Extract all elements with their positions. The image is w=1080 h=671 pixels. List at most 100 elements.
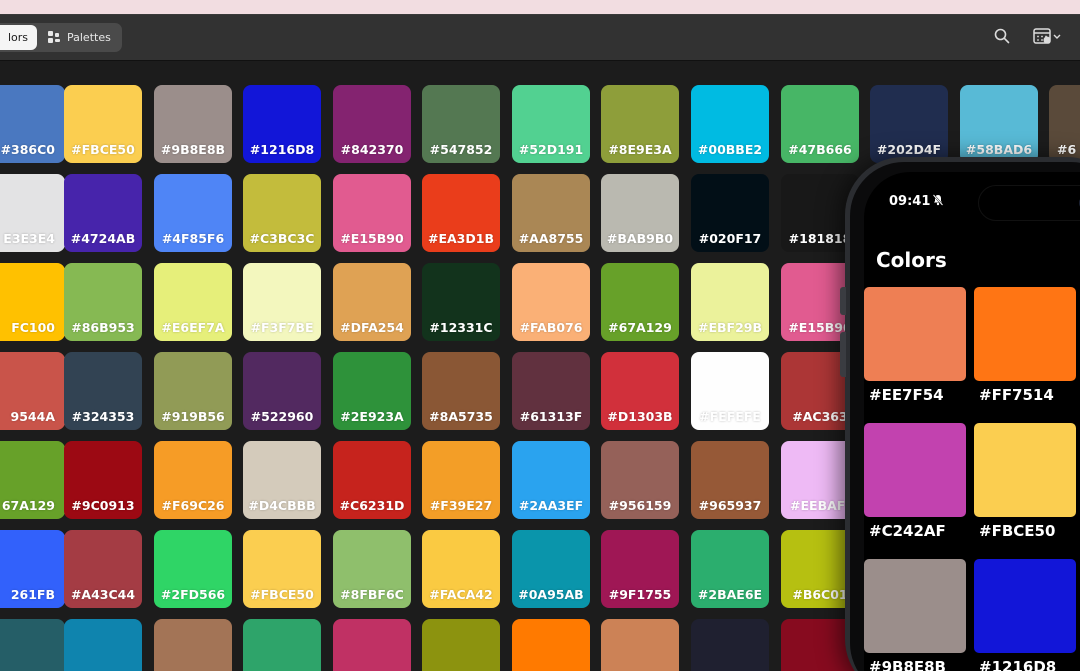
color-swatch[interactable]: #8E9E3A xyxy=(601,85,679,163)
color-swatch[interactable]: #919B56 xyxy=(154,352,232,430)
color-hex-label: #202D4F xyxy=(876,142,942,157)
phone-color-hex-label: #FF7514 xyxy=(979,386,1054,404)
calendar-grid-icon[interactable] xyxy=(1033,27,1063,45)
color-swatch[interactable]: #9C0913 xyxy=(64,441,142,519)
color-swatch[interactable]: #EA3D1B xyxy=(422,174,500,252)
dynamic-island xyxy=(978,185,1080,221)
color-swatch[interactable]: #FAB076 xyxy=(512,263,590,341)
color-swatch[interactable]: #C03164 xyxy=(333,619,411,671)
color-swatch[interactable]: #47B666 xyxy=(781,85,859,163)
color-swatch[interactable]: #547852 xyxy=(422,85,500,163)
color-swatch[interactable]: #00BBE2 xyxy=(691,85,769,163)
color-swatch[interactable]: #E6EF7A xyxy=(154,263,232,341)
color-swatch[interactable]: 261FB xyxy=(0,530,65,608)
color-hex-label: #FACA42 xyxy=(429,587,493,602)
color-hex-label: #58BAD6 xyxy=(965,142,1033,157)
color-swatch[interactable]: #324353 xyxy=(64,352,142,430)
color-swatch[interactable]: #020F17 xyxy=(691,174,769,252)
color-hex-label: #020F17 xyxy=(698,231,762,246)
color-hex-label: #F69C26 xyxy=(161,498,225,513)
color-swatch[interactable]: #4724AB xyxy=(64,174,142,252)
color-hex-label: 9544A xyxy=(10,409,55,424)
phone-color-swatch[interactable] xyxy=(974,287,1076,381)
color-swatch[interactable]: 5E67 xyxy=(0,619,65,671)
color-swatch[interactable]: #F3F7BE xyxy=(243,263,321,341)
color-swatch[interactable]: #2AA3EF xyxy=(512,441,590,519)
color-swatch[interactable]: #1216D8 xyxy=(243,85,321,163)
color-swatch[interactable]: #4F85F6 xyxy=(154,174,232,252)
phone-color-swatch[interactable] xyxy=(864,423,966,517)
color-swatch[interactable]: #BAB9B0 xyxy=(601,174,679,252)
color-swatch[interactable]: #A37456 xyxy=(154,619,232,671)
color-swatch[interactable]: #86B953 xyxy=(64,263,142,341)
color-swatch[interactable]: #8C930F xyxy=(422,619,500,671)
color-swatch[interactable]: #842370 xyxy=(333,85,411,163)
phone-screen: 09:41 Colors #EE7F54 #FF7514 #C242AF #FBCE5… xyxy=(864,172,1080,671)
color-hex-label: #FBCE50 xyxy=(250,587,314,602)
color-swatch[interactable]: #58BAD6 xyxy=(960,85,1038,163)
phone-color-swatch[interactable] xyxy=(864,287,966,381)
color-swatch[interactable]: #965937 xyxy=(691,441,769,519)
color-swatch[interactable]: #D4CBBB xyxy=(243,441,321,519)
color-swatch[interactable]: #F69C26 xyxy=(154,441,232,519)
color-swatch[interactable]: #67A129 xyxy=(601,263,679,341)
color-swatch[interactable]: #9B8E8B xyxy=(154,85,232,163)
phone-color-swatch[interactable] xyxy=(974,423,1076,517)
color-swatch[interactable]: #CC8256 xyxy=(601,619,679,671)
color-swatch[interactable]: #6 xyxy=(1049,85,1080,163)
color-hex-label: #522960 xyxy=(250,409,314,424)
color-hex-label: #1216D8 xyxy=(249,142,315,157)
tab-colors[interactable]: lors xyxy=(0,25,37,50)
color-hex-label: #AA8755 xyxy=(518,231,584,246)
color-swatch[interactable]: #8A5735 xyxy=(422,352,500,430)
color-hex-label: #C3BC3C xyxy=(249,231,315,246)
color-swatch[interactable]: #8FBF6C xyxy=(333,530,411,608)
color-swatch[interactable]: #A43C44 xyxy=(64,530,142,608)
color-hex-label: #DFA254 xyxy=(340,320,404,335)
color-hex-label: #8FBF6C xyxy=(340,587,404,602)
color-swatch[interactable]: #61313F xyxy=(512,352,590,430)
color-swatch[interactable]: FC100 xyxy=(0,263,65,341)
phone-side-button xyxy=(840,332,846,377)
phone-color-swatch[interactable] xyxy=(864,559,966,653)
color-swatch[interactable]: #2BAE6E xyxy=(691,530,769,608)
color-swatch[interactable]: #2EA46A xyxy=(243,619,321,671)
color-hex-label: #324353 xyxy=(71,409,135,424)
color-swatch[interactable]: #AA8755 xyxy=(512,174,590,252)
color-swatch[interactable]: #D1303B xyxy=(601,352,679,430)
color-swatch[interactable]: #DFA254 xyxy=(333,263,411,341)
color-swatch[interactable]: #FEFEFE xyxy=(691,352,769,430)
color-swatch[interactable]: E3E3E4 xyxy=(0,174,65,252)
color-swatch[interactable]: #C3BC3C xyxy=(243,174,321,252)
color-swatch[interactable]: 67A129 xyxy=(0,441,65,519)
color-swatch[interactable]: #2FD566 xyxy=(154,530,232,608)
search-icon[interactable] xyxy=(994,28,1010,44)
color-swatch[interactable]: #F39E27 xyxy=(422,441,500,519)
color-swatch[interactable]: #FBCE50 xyxy=(243,530,321,608)
color-swatch[interactable]: #E15B90 xyxy=(333,174,411,252)
color-swatch[interactable]: #52D191 xyxy=(512,85,590,163)
color-swatch[interactable]: #FF7A00 xyxy=(512,619,590,671)
color-swatch[interactable]: #202D4F xyxy=(870,85,948,163)
color-swatch[interactable]: #FACA42 xyxy=(422,530,500,608)
tab-palettes[interactable]: Palettes xyxy=(42,25,120,50)
color-hex-label: #0A95AB xyxy=(518,587,584,602)
phone-color-swatch[interactable] xyxy=(974,559,1076,653)
color-swatch[interactable]: #956159 xyxy=(601,441,679,519)
color-swatch[interactable]: #12331C xyxy=(422,263,500,341)
color-swatch[interactable]: #FBCE50 xyxy=(64,85,142,163)
color-swatch[interactable]: #0F84AE xyxy=(64,619,142,671)
color-swatch[interactable]: 9544A xyxy=(0,352,65,430)
color-swatch[interactable]: #386C0 xyxy=(0,85,65,163)
color-swatch[interactable]: #0A95AB xyxy=(512,530,590,608)
color-hex-label: #FBCE50 xyxy=(71,142,135,157)
color-hex-label: #C6231D xyxy=(339,498,405,513)
color-hex-label: #D1303B xyxy=(607,409,673,424)
color-swatch[interactable]: #9F1755 xyxy=(601,530,679,608)
color-hex-label: #BAB9B0 xyxy=(606,231,674,246)
color-swatch[interactable]: #522960 xyxy=(243,352,321,430)
color-swatch[interactable]: #2E923A xyxy=(333,352,411,430)
color-swatch[interactable]: #C6231D xyxy=(333,441,411,519)
color-swatch[interactable]: #1F2030 xyxy=(691,619,769,671)
color-swatch[interactable]: #EBF29B xyxy=(691,263,769,341)
